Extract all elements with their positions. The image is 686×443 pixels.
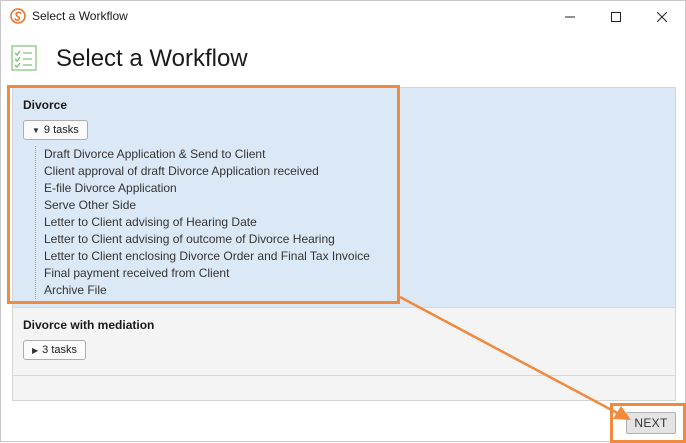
tasks-toggle-button[interactable]: ▶ 3 tasks (23, 340, 87, 360)
caret-right-icon: ▶ (32, 345, 39, 355)
tasks-count-label: 3 tasks (42, 344, 78, 356)
highlight-selected-workflow (7, 85, 400, 304)
minimize-button[interactable] (547, 1, 593, 32)
workflow-item-divorce-with-mediation[interactable]: Divorce with mediation ▶ 3 tasks (13, 308, 675, 376)
workflow-name: Divorce with mediation (23, 318, 155, 332)
checklist-icon (11, 45, 37, 71)
title-bar: Select a Workflow (1, 1, 685, 32)
workflow-dialog: Select a Workflow Select a Workflow Divo… (0, 0, 686, 443)
highlight-next-button (610, 403, 686, 443)
close-icon (657, 11, 667, 22)
page-title: Select a Workflow (56, 45, 248, 72)
close-button[interactable] (639, 1, 685, 32)
minimize-icon (565, 16, 575, 17)
maximize-icon (611, 11, 621, 22)
maximize-button[interactable] (593, 1, 639, 32)
app-logo-icon (10, 8, 26, 24)
window-title: Select a Workflow (32, 9, 128, 23)
